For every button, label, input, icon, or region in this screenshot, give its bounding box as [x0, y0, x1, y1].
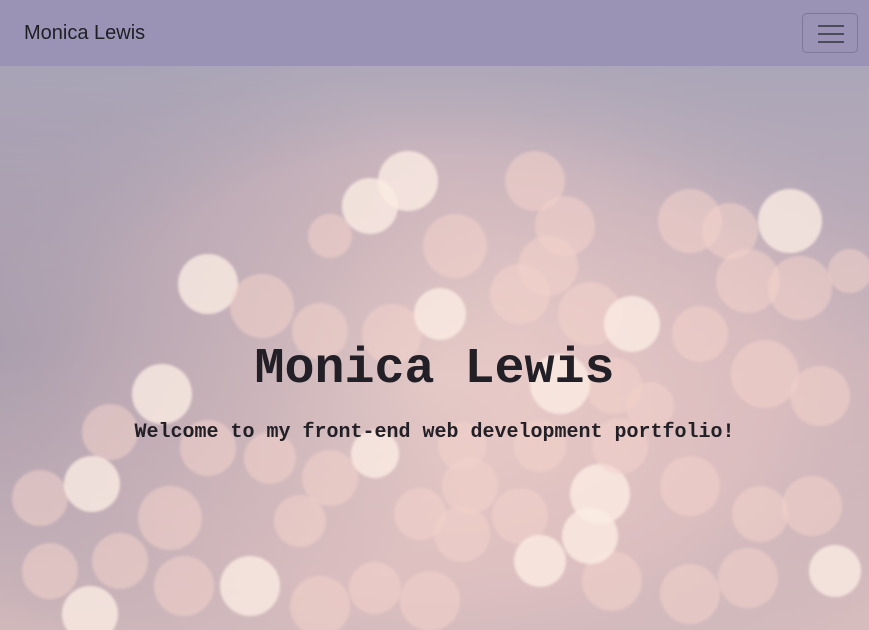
navbar-toggler-button[interactable] — [802, 13, 858, 53]
navbar-brand-link[interactable]: Monica Lewis — [24, 20, 145, 46]
bokeh-light — [400, 571, 460, 630]
bokeh-light — [154, 556, 214, 616]
bokeh-light — [782, 476, 842, 536]
page: Monica Lewis Monica Lewis Welcome to my … — [0, 0, 869, 630]
bokeh-light — [230, 274, 294, 338]
bokeh-light — [92, 533, 148, 589]
bokeh-light — [660, 564, 720, 624]
bokeh-light — [220, 556, 280, 616]
navbar: Monica Lewis — [0, 0, 869, 66]
bokeh-light — [342, 178, 398, 234]
bokeh-light — [178, 254, 238, 314]
bokeh-light — [414, 288, 466, 340]
bokeh-light — [434, 506, 490, 562]
bokeh-light — [64, 456, 120, 512]
hamburger-menu-icon — [818, 25, 844, 43]
bokeh-light — [718, 548, 778, 608]
bokeh-light — [274, 495, 326, 547]
bokeh-light — [308, 214, 352, 258]
bokeh-light — [349, 562, 401, 614]
bokeh-light — [809, 545, 861, 597]
hero-title: Monica Lewis — [254, 341, 615, 398]
bokeh-light — [758, 189, 822, 253]
bokeh-light — [768, 256, 832, 320]
bokeh-light — [490, 264, 550, 324]
bokeh-light — [423, 214, 487, 278]
hero-subtitle: Welcome to my front-end web development … — [134, 421, 735, 444]
bokeh-light — [562, 508, 618, 564]
hero-section: Monica Lewis Welcome to my front-end web… — [0, 66, 869, 630]
bokeh-light — [514, 535, 566, 587]
bokeh-light — [138, 486, 202, 550]
bokeh-light — [732, 486, 788, 542]
bokeh-light — [22, 543, 78, 599]
bokeh-light — [660, 456, 720, 516]
bokeh-light — [12, 470, 68, 526]
